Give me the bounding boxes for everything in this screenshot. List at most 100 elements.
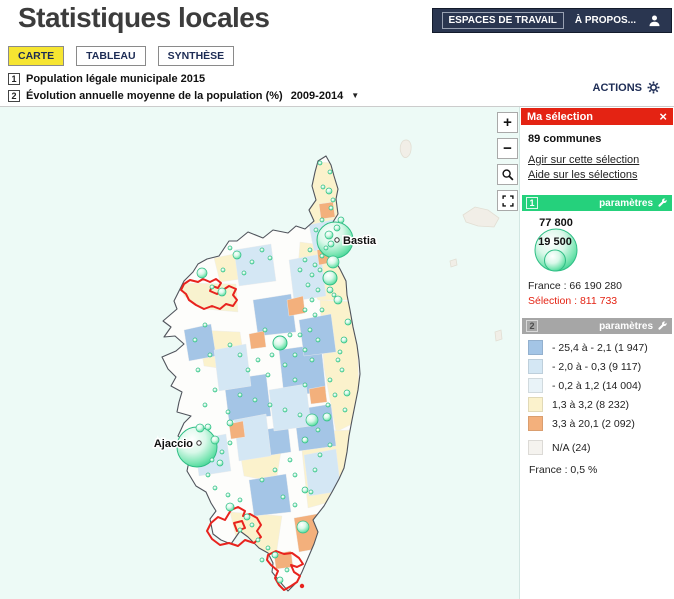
map-canvas[interactable]: BastiaAjaccio bbox=[0, 107, 519, 599]
population-bubble[interactable] bbox=[193, 338, 197, 342]
population-bubble[interactable] bbox=[211, 436, 219, 444]
commune-area[interactable] bbox=[309, 386, 327, 404]
population-bubble[interactable] bbox=[297, 521, 309, 533]
population-bubble[interactable] bbox=[333, 393, 337, 397]
selection-link-1[interactable]: Aide sur les sélections bbox=[528, 169, 666, 181]
population-bubble[interactable] bbox=[203, 323, 207, 327]
population-bubble[interactable] bbox=[288, 333, 292, 337]
commune-area[interactable] bbox=[214, 344, 251, 391]
population-bubble[interactable] bbox=[320, 218, 324, 222]
population-bubble[interactable] bbox=[256, 358, 260, 362]
population-bubble[interactable] bbox=[293, 503, 297, 507]
population-bubble[interactable] bbox=[306, 283, 310, 287]
population-bubble[interactable] bbox=[320, 254, 324, 258]
commune-area[interactable] bbox=[319, 202, 335, 219]
population-bubble[interactable] bbox=[316, 428, 320, 432]
population-bubble[interactable] bbox=[343, 408, 347, 412]
population-bubble[interactable] bbox=[253, 398, 257, 402]
population-bubble[interactable] bbox=[323, 271, 337, 285]
population-bubble[interactable] bbox=[246, 368, 250, 372]
population-bubble[interactable] bbox=[221, 268, 225, 272]
population-bubble[interactable] bbox=[329, 206, 333, 210]
population-bubble[interactable] bbox=[196, 368, 200, 372]
population-bubble[interactable] bbox=[196, 424, 204, 432]
population-bubble[interactable] bbox=[244, 514, 250, 520]
population-bubble[interactable] bbox=[226, 503, 234, 511]
population-bubble[interactable] bbox=[260, 248, 264, 252]
population-bubble[interactable] bbox=[266, 373, 270, 377]
population-bubble[interactable] bbox=[238, 528, 242, 532]
population-bubble[interactable] bbox=[325, 231, 333, 239]
population-bubble[interactable] bbox=[298, 413, 302, 417]
population-bubble[interactable] bbox=[270, 353, 274, 357]
population-bubble[interactable] bbox=[341, 337, 347, 343]
population-bubble[interactable] bbox=[324, 246, 328, 250]
population-bubble[interactable] bbox=[281, 495, 285, 499]
population-bubble[interactable] bbox=[303, 258, 307, 262]
population-bubble[interactable] bbox=[266, 546, 270, 550]
chevron-down-icon[interactable]: ▼ bbox=[351, 91, 359, 100]
population-bubble[interactable] bbox=[227, 420, 233, 426]
population-bubble[interactable] bbox=[256, 538, 260, 542]
population-bubble[interactable] bbox=[334, 225, 340, 231]
population-bubble[interactable] bbox=[268, 403, 272, 407]
population-bubble[interactable] bbox=[336, 358, 340, 362]
legend2-params-button[interactable]: paramètres bbox=[599, 321, 668, 332]
population-bubble[interactable] bbox=[328, 378, 332, 382]
population-bubble[interactable] bbox=[298, 333, 302, 337]
population-bubble[interactable] bbox=[308, 248, 312, 252]
about-button[interactable]: À PROPOS... bbox=[575, 15, 636, 26]
population-bubble[interactable] bbox=[218, 288, 226, 296]
population-bubble[interactable] bbox=[318, 161, 322, 165]
tab-synthèse[interactable]: SYNTHÈSE bbox=[158, 46, 235, 66]
population-bubble[interactable] bbox=[293, 353, 297, 357]
population-bubble[interactable] bbox=[250, 260, 254, 264]
population-bubble[interactable] bbox=[213, 486, 217, 490]
population-bubble[interactable] bbox=[228, 441, 232, 445]
population-bubble[interactable] bbox=[226, 410, 230, 414]
tab-tableau[interactable]: TABLEAU bbox=[76, 46, 145, 66]
zoom-in-button[interactable]: + bbox=[497, 112, 518, 133]
population-bubble[interactable] bbox=[238, 353, 242, 357]
commune-area[interactable] bbox=[234, 244, 276, 286]
population-bubble[interactable] bbox=[205, 424, 211, 430]
population-bubble[interactable] bbox=[321, 185, 325, 189]
population-bubble[interactable] bbox=[345, 319, 351, 325]
population-bubble[interactable] bbox=[213, 388, 217, 392]
population-bubble[interactable] bbox=[318, 453, 322, 457]
commune-area[interactable] bbox=[249, 331, 266, 349]
population-bubble[interactable] bbox=[233, 251, 241, 259]
population-bubble[interactable] bbox=[210, 285, 214, 289]
population-bubble[interactable] bbox=[306, 414, 318, 426]
population-bubble[interactable] bbox=[298, 268, 302, 272]
population-bubble[interactable] bbox=[302, 437, 308, 443]
population-bubble[interactable] bbox=[260, 478, 264, 482]
population-bubble[interactable] bbox=[242, 271, 246, 275]
population-bubble[interactable] bbox=[327, 287, 333, 293]
population-bubble[interactable] bbox=[310, 273, 314, 277]
population-bubble[interactable] bbox=[314, 228, 318, 232]
user-account-icon[interactable] bbox=[647, 13, 662, 28]
population-bubble[interactable] bbox=[328, 241, 334, 247]
population-bubble[interactable] bbox=[310, 358, 314, 362]
population-bubble[interactable] bbox=[288, 458, 292, 462]
population-bubble[interactable] bbox=[331, 198, 335, 202]
population-bubble[interactable] bbox=[326, 188, 332, 194]
commune-area[interactable] bbox=[249, 474, 291, 516]
population-bubble[interactable] bbox=[272, 552, 278, 558]
actions-button[interactable]: ACTIONS bbox=[593, 81, 661, 94]
population-bubble[interactable] bbox=[277, 577, 283, 583]
population-bubble[interactable] bbox=[334, 296, 342, 304]
population-bubble[interactable] bbox=[210, 458, 214, 462]
commune-area[interactable] bbox=[269, 384, 311, 431]
population-bubble[interactable] bbox=[197, 268, 207, 278]
population-bubble[interactable] bbox=[320, 308, 324, 312]
population-bubble[interactable] bbox=[226, 493, 230, 497]
population-bubble[interactable] bbox=[285, 568, 289, 572]
selection-link-0[interactable]: Agir sur cette sélection bbox=[528, 154, 666, 166]
population-bubble[interactable] bbox=[228, 246, 232, 250]
population-bubble[interactable] bbox=[338, 217, 344, 223]
population-bubble[interactable] bbox=[293, 473, 297, 477]
population-bubble[interactable] bbox=[338, 350, 342, 354]
close-icon[interactable]: × bbox=[659, 110, 667, 123]
